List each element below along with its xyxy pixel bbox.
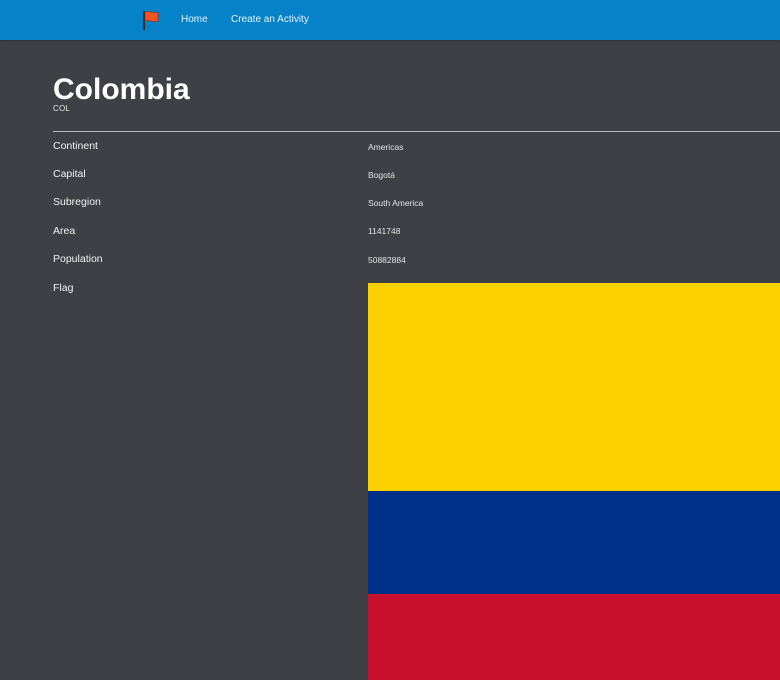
nav-link-home[interactable]: Home [181,14,208,25]
top-navbar: Home Create an Activity [0,0,780,40]
country-name-title: Colombia [53,73,190,106]
flag-label: Flag [53,282,74,294]
header-divider [53,131,780,132]
population-label: Population [53,253,103,265]
area-label: Area [53,225,76,237]
subregion-label: Subregion [53,196,101,208]
continent-label: Continent [53,140,98,152]
flag-stripe-blue [368,491,780,594]
country-code: COL [53,104,71,113]
area-value: 1141748 [368,226,401,236]
capital-label: Capital [53,168,86,180]
continent-value: Americas [368,142,404,152]
country-flag-image [368,283,780,680]
nav-link-create-activity[interactable]: Create an Activity [231,14,309,25]
flag-logo-icon[interactable] [141,10,161,30]
population-value: 50882884 [368,255,406,265]
capital-value: Bogotá [368,170,395,180]
flag-stripe-yellow [368,283,780,491]
flag-stripe-red [368,594,780,680]
subregion-value: South America [368,198,424,208]
